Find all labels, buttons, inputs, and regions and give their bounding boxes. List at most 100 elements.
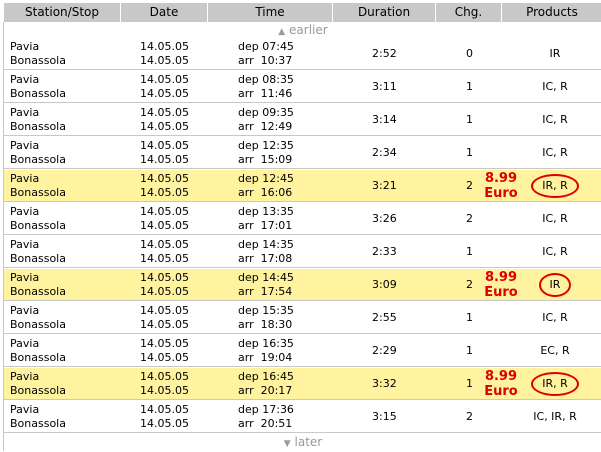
- dep-label: dep: [238, 205, 259, 218]
- station-cell: Pavia Bonassola: [10, 106, 66, 134]
- table-row[interactable]: Pavia Bonassola 14.05.05 14.05.05 dep 14:45 a…: [4, 269, 601, 301]
- destination-station: Bonassola: [10, 87, 66, 100]
- origin-station: Pavia: [10, 370, 40, 383]
- time-cell: dep 14:45 arr 17:54: [238, 271, 294, 299]
- duration-cell: 2:34: [372, 146, 397, 159]
- products-cell: IC, R: [542, 311, 568, 324]
- table-row[interactable]: Pavia Bonassola 14.05.05 14.05.05 dep 16:45 a…: [4, 368, 601, 400]
- departure-date: 14.05.05: [140, 73, 189, 86]
- table-header: Station/Stop Date Time Duration Chg. Pro…: [4, 3, 601, 22]
- departure-time: 09:35: [262, 106, 294, 119]
- duration-cell: 2:33: [372, 245, 397, 258]
- date-cell: 14.05.05 14.05.05: [140, 403, 189, 431]
- date-cell: 14.05.05 14.05.05: [140, 271, 189, 299]
- products-cell: IR: [549, 47, 561, 60]
- arrival-time: 15:09: [260, 153, 293, 166]
- table-row[interactable]: Pavia Bonassola 14.05.05 14.05.05 dep 15:35 a…: [4, 302, 601, 334]
- duration-cell: 2:55: [372, 311, 397, 324]
- station-cell: Pavia Bonassola: [10, 73, 66, 101]
- changes-cell: 1: [466, 80, 473, 93]
- arrival-date: 14.05.05: [140, 351, 189, 364]
- arr-label: arr: [238, 351, 254, 364]
- changes-cell: 1: [466, 113, 473, 126]
- date-cell: 14.05.05 14.05.05: [140, 172, 189, 200]
- station-cell: Pavia Bonassola: [10, 370, 66, 398]
- product-highlight-circle: [531, 174, 579, 198]
- arrival-date: 14.05.05: [140, 318, 189, 331]
- departure-time: 14:45: [262, 271, 294, 284]
- arrival-date: 14.05.05: [140, 54, 189, 67]
- duration-cell: 2:29: [372, 344, 397, 357]
- station-cell: Pavia Bonassola: [10, 403, 66, 431]
- table-row[interactable]: Pavia Bonassola 14.05.05 14.05.05 dep 14:35 a…: [4, 236, 601, 268]
- arr-label: arr: [238, 417, 254, 430]
- dep-label: dep: [238, 106, 259, 119]
- arrival-time: 11:46: [260, 87, 293, 100]
- station-cell: Pavia Bonassola: [10, 139, 66, 167]
- date-cell: 14.05.05 14.05.05: [140, 205, 189, 233]
- destination-station: Bonassola: [10, 120, 66, 133]
- product-highlight-circle: [539, 273, 571, 297]
- departure-time: 15:35: [262, 304, 294, 317]
- table-row[interactable]: Pavia Bonassola 14.05.05 14.05.05 dep 16:35 a…: [4, 335, 601, 367]
- time-cell: dep 16:35 arr 19:04: [238, 337, 294, 365]
- time-cell: dep 12:35 arr 15:09: [238, 139, 294, 167]
- table-row[interactable]: Pavia Bonassola 14.05.05 14.05.05 dep 08:35 a…: [4, 71, 601, 103]
- station-cell: Pavia Bonassola: [10, 337, 66, 365]
- destination-station: Bonassola: [10, 252, 66, 265]
- origin-station: Pavia: [10, 106, 40, 119]
- departure-time: 16:35: [262, 337, 294, 350]
- station-cell: Pavia Bonassola: [10, 238, 66, 266]
- departure-date: 14.05.05: [140, 403, 189, 416]
- table-row[interactable]: Pavia Bonassola 14.05.05 14.05.05 dep 12:35 a…: [4, 137, 601, 169]
- departure-date: 14.05.05: [140, 337, 189, 350]
- arr-label: arr: [238, 285, 254, 298]
- arr-label: arr: [238, 54, 254, 67]
- station-cell: Pavia Bonassola: [10, 205, 66, 233]
- duration-cell: 3:11: [372, 80, 397, 93]
- arrival-date: 14.05.05: [140, 153, 189, 166]
- later-link[interactable]: ▼ later: [4, 434, 601, 450]
- date-cell: 14.05.05 14.05.05: [140, 304, 189, 332]
- duration-cell: 3:14: [372, 113, 397, 126]
- table-row[interactable]: Pavia Bonassola 14.05.05 14.05.05 dep 07:45 a…: [4, 38, 601, 70]
- products-cell: IC, R: [542, 245, 568, 258]
- earlier-link[interactable]: ▲ earlier: [4, 22, 601, 38]
- time-cell: dep 12:45 arr 16:06: [238, 172, 294, 200]
- later-label: later: [294, 435, 323, 449]
- arrival-time: 19:04: [260, 351, 293, 364]
- date-cell: 14.05.05 14.05.05: [140, 238, 189, 266]
- destination-station: Bonassola: [10, 219, 66, 232]
- arr-label: arr: [238, 153, 254, 166]
- time-cell: dep 14:35 arr 17:08: [238, 238, 294, 266]
- products-cell: IC, R: [542, 113, 568, 126]
- changes-cell: 1: [466, 377, 473, 390]
- departure-time: 14:35: [262, 238, 294, 251]
- changes-cell: 1: [466, 146, 473, 159]
- arrival-date: 14.05.05: [140, 87, 189, 100]
- arrival-date: 14.05.05: [140, 417, 189, 430]
- changes-cell: 2: [466, 278, 473, 291]
- arrival-date: 14.05.05: [140, 285, 189, 298]
- table-row[interactable]: Pavia Bonassola 14.05.05 14.05.05 dep 13:35 a…: [4, 203, 601, 235]
- arr-label: arr: [238, 87, 254, 100]
- station-cell: Pavia Bonassola: [10, 304, 66, 332]
- departure-time: 12:35: [262, 139, 294, 152]
- time-cell: dep 16:45 arr 20:17: [238, 370, 294, 398]
- changes-cell: 0: [466, 47, 473, 60]
- products-cell: IC, R: [542, 212, 568, 225]
- origin-station: Pavia: [10, 172, 40, 185]
- arrival-time: 17:08: [260, 252, 293, 265]
- table-row[interactable]: Pavia Bonassola 14.05.05 14.05.05 dep 17:36 a…: [4, 401, 601, 433]
- arrival-time: 20:17: [260, 384, 293, 397]
- duration-cell: 3:09: [372, 278, 397, 291]
- table-row[interactable]: Pavia Bonassola 14.05.05 14.05.05 dep 12:45 a…: [4, 170, 601, 202]
- origin-station: Pavia: [10, 139, 40, 152]
- column-header-station: Station/Stop: [4, 3, 121, 22]
- triangle-up-icon: ▲: [278, 27, 286, 37]
- table-row[interactable]: Pavia Bonassola 14.05.05 14.05.05 dep 09:35 a…: [4, 104, 601, 136]
- dep-label: dep: [238, 40, 259, 53]
- time-cell: dep 07:45 arr 10:37: [238, 40, 294, 68]
- date-cell: 14.05.05 14.05.05: [140, 40, 189, 68]
- column-header-duration: Duration: [333, 3, 436, 22]
